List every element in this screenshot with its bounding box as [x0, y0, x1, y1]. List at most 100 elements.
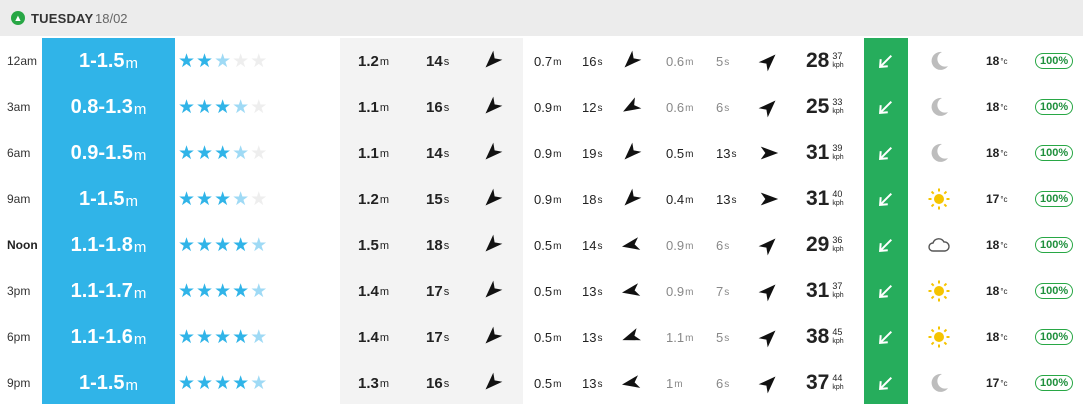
swell-direction-arrow-icon — [758, 330, 776, 348]
star-icon: ★ — [196, 280, 215, 302]
wind-gust-value: 45 — [832, 327, 843, 337]
wind-direction-arrow-icon — [879, 330, 893, 344]
primary-swell-period-unit: s — [443, 240, 450, 252]
star-icon: ★ — [214, 188, 233, 210]
secondary-swell-direction — [620, 176, 642, 222]
star-icon: ★ — [232, 188, 251, 210]
surf-height: 1.1-1.7 m — [42, 268, 175, 314]
secondary-swell-height-value: 0.5 — [534, 283, 553, 299]
wind-gust-value: 44 — [832, 373, 843, 383]
wind-direction — [876, 222, 896, 268]
forecast-probability: 100% — [1035, 38, 1074, 84]
forecast-row[interactable]: 3am 0.8-1.3 m ★ ★ ★ ★ ★ 1.1 m 16 s 0.9 m 12 s 0.6 m 6 s 25 33… — [0, 84, 1083, 130]
wind-gust: 40 kph — [832, 190, 843, 208]
weather-icon-cell — [926, 84, 952, 130]
primary-swell-direction — [481, 38, 503, 84]
primary-swell-period: 16 s — [426, 360, 449, 406]
forecast-row[interactable]: 9pm 1-1.5 m ★ ★ ★ ★ ★ 1.3 m 16 s 0.5 m 13 s 1 m 6 s 37 44 kph 1… — [0, 360, 1083, 406]
tertiary-swell-direction — [758, 130, 780, 176]
tertiary-swell-direction — [758, 176, 780, 222]
primary-swell-period-value: 14 — [426, 144, 443, 162]
surf-height: 1.1-1.8 m — [42, 222, 175, 268]
wind-unit: kph — [832, 292, 844, 299]
wind-speed-value: 31 — [806, 187, 830, 210]
weather-icon-cell — [926, 222, 952, 268]
forecast-probability: 100% — [1035, 268, 1074, 314]
star-icon: ★ — [196, 372, 215, 394]
day-label: TUESDAY — [31, 11, 94, 26]
forecast-row[interactable]: 6am 0.9-1.5 m ★ ★ ★ ★ ★ 1.1 m 14 s 0.9 m 19 s 0.5 m 13 s 31 3… — [0, 130, 1083, 176]
primary-swell-period: 14 s — [426, 130, 449, 176]
chevron-up-icon[interactable]: ▲ — [11, 11, 25, 25]
forecast-row[interactable]: 3pm 1.1-1.7 m ★ ★ ★ ★ ★ 1.4 m 17 s 0.5 m 13 s 0.9 m 7 s 31 37… — [0, 268, 1083, 314]
star-icon: ★ — [196, 326, 215, 348]
secondary-swell-period-unit: s — [597, 102, 603, 114]
primary-swell-period-value: 17 — [426, 328, 443, 346]
primary-swell-direction — [481, 84, 503, 130]
secondary-swell-direction — [620, 222, 642, 268]
swell-direction-arrow-icon — [760, 192, 779, 206]
surf-height-unit: m — [133, 239, 147, 256]
primary-swell-period-value: 16 — [426, 98, 443, 116]
primary-swell-period: 16 s — [426, 84, 449, 130]
star-icon: ★ — [250, 326, 269, 348]
temperature-unit: °c — [1000, 286, 1008, 296]
surf-height-unit: m — [133, 147, 147, 164]
surf-height-value: 1-1.5 — [78, 49, 125, 72]
weather-icon-cell — [926, 176, 952, 222]
probability-badge: 100% — [1035, 145, 1074, 161]
forecast-probability: 100% — [1035, 130, 1074, 176]
wind-speed-value: 29 — [806, 233, 830, 256]
primary-swell-period-unit: s — [443, 56, 450, 68]
wind-gust: 37 kph — [832, 52, 843, 70]
secondary-swell-direction — [620, 360, 642, 406]
forecast-row[interactable]: Noon 1.1-1.8 m ★ ★ ★ ★ ★ 1.5 m 18 s 0.5 m 14 s 0.9 m 6 s 29 3… — [0, 222, 1083, 268]
surf-height: 0.8-1.3 m — [42, 84, 175, 130]
primary-swell-direction — [481, 268, 503, 314]
wind-unit: kph — [832, 338, 844, 345]
weather-icon-cell — [926, 268, 952, 314]
tertiary-swell-period: 13 s — [716, 176, 736, 222]
time-label: Noon — [7, 238, 38, 252]
tertiary-swell-period: 6s — [716, 222, 729, 268]
forecast-row[interactable]: 6pm 1.1-1.6 m ★ ★ ★ ★ ★ 1.4 m 17 s 0.5 m 13 s 1.1 m 5 s 38 45… — [0, 314, 1083, 360]
wind-speed-value: 31 — [806, 279, 830, 302]
tertiary-swell-height: 0.6 m — [666, 84, 693, 130]
tertiary-swell-period-unit: s — [724, 102, 730, 114]
wind-gust: 36 kph — [832, 236, 843, 254]
star-rating: ★ ★ ★ ★ ★ — [178, 360, 268, 406]
tertiary-swell-direction — [758, 360, 780, 406]
primary-swell-period-unit: s — [443, 194, 450, 206]
forecast-row[interactable]: 12am 1-1.5 m ★ ★ ★ ★ ★ 1.2 m 14 s 0.7 m 16 s 0.6 m 5 s 28 37 k… — [0, 38, 1083, 84]
surf-height-unit: m — [125, 193, 139, 210]
wind-unit: kph — [832, 62, 844, 69]
tertiary-swell-direction — [758, 38, 780, 84]
tertiary-swell-height-value: 0.4 — [666, 191, 685, 207]
tertiary-swell-period-unit: s — [731, 148, 737, 160]
wind-direction-arrow-icon — [879, 100, 893, 114]
tertiary-swell-period: 13 s — [716, 130, 736, 176]
forecast-row[interactable]: 9am 1-1.5 m ★ ★ ★ ★ ★ 1.2 m 15 s 0.9 m 18 s 0.4 m 13 s 31 40 k… — [0, 176, 1083, 222]
swell-direction-arrow-icon — [760, 146, 779, 160]
wind-speed: 31 40 kph — [806, 176, 844, 222]
wind-gust: 33 kph — [832, 98, 843, 116]
star-icon: ★ — [214, 96, 233, 118]
forecast-probability: 100% — [1035, 360, 1074, 406]
secondary-swell-height: 0.5 m — [534, 314, 561, 360]
primary-swell-period: 15 s — [426, 176, 449, 222]
forecast-probability: 100% — [1035, 84, 1074, 130]
cloud-icon — [928, 238, 950, 252]
star-icon: ★ — [250, 50, 269, 72]
secondary-swell-period-unit: s — [597, 332, 603, 344]
secondary-swell-height-unit: m — [553, 286, 562, 298]
secondary-swell-height-value: 0.5 — [534, 329, 553, 345]
secondary-swell-height-unit: m — [553, 148, 562, 160]
day-header[interactable]: ▲ TUESDAY 18/02 — [0, 0, 1083, 36]
primary-swell-height-unit: m — [379, 102, 390, 114]
tertiary-swell-height: 0.9 m — [666, 222, 693, 268]
tertiary-swell-height-value: 1.1 — [666, 329, 685, 345]
primary-swell-period: 17 s — [426, 314, 449, 360]
wind-direction-arrow-icon — [879, 376, 893, 390]
temperature: 18 °c — [986, 314, 1008, 360]
time-label: 9am — [7, 192, 31, 206]
